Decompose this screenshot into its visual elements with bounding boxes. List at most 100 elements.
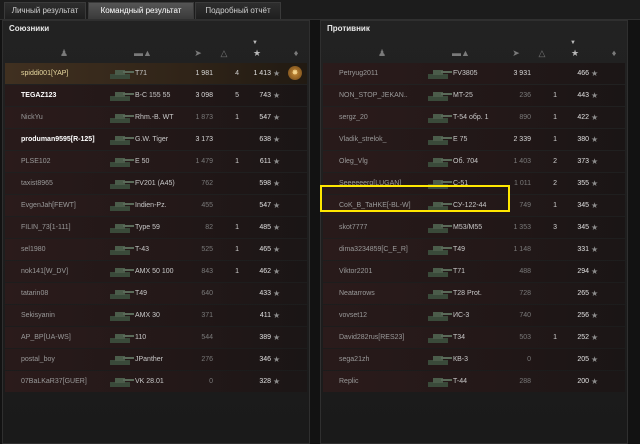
damage-value: 640 (201, 290, 213, 297)
xp-value: 743 (259, 92, 271, 99)
medal-icon: ✸ (288, 66, 302, 80)
xp-star-icon: ★ (591, 69, 599, 78)
tank-icon (425, 350, 453, 368)
xp-star-icon: ★ (273, 289, 281, 298)
damage-value: 1 353 (513, 224, 531, 231)
player-name: postal_boy (21, 356, 55, 363)
player-row[interactable]: sergz_20 T-54 обр. 1 890 1 422 ★ (323, 107, 625, 128)
player-row[interactable]: skot7777 M53/M55 1 353 3 345 ★ (323, 217, 625, 238)
tank-icon (107, 372, 135, 390)
xp-value: 466 (577, 70, 589, 77)
tank-icon (425, 130, 453, 148)
xp-value: 462 (259, 268, 271, 275)
xp-star-icon: ★ (591, 377, 599, 386)
damage-value: 1 873 (195, 114, 213, 121)
player-name: Sekisyanin (21, 312, 55, 319)
player-row[interactable]: David282rus[RES23] T34 503 1 252 ★ (323, 327, 625, 348)
player-row[interactable]: TEGAZ123 В-С 155 55 3 098 5 743 ★ (5, 85, 307, 106)
player-row[interactable]: 07BaLKaR37[GUER] VK 28.01 0 328 ★ (5, 371, 307, 392)
player-name: NickYu (21, 114, 43, 121)
player-row[interactable]: NickYu Rhm.-B. WT 1 873 1 547 ★ (5, 107, 307, 128)
tank-icon (425, 262, 453, 280)
damage-value: 455 (201, 202, 213, 209)
damage-value: 1 479 (195, 158, 213, 165)
tank-icon (425, 240, 453, 258)
player-name: AP_BP[UA-WS] (21, 334, 71, 341)
xp-star-icon: ★ (273, 91, 281, 100)
player-row[interactable]: NON_STOP_JEKAN.. MT-25 236 1 443 ★ (323, 85, 625, 106)
xp-star-icon: ★ (591, 135, 599, 144)
player-row[interactable]: Petryug2011 FV3805 3 931 466 ★ (323, 63, 625, 84)
player-row[interactable]: taxist8965 FV201 (A45) 762 598 ★ (5, 173, 307, 194)
xp-star-icon: ★ (591, 113, 599, 122)
player-row[interactable]: Neatarrows T28 Prot. 728 265 ★ (323, 283, 625, 304)
xp-value: 443 (577, 92, 589, 99)
player-name: Neatarrows (339, 290, 375, 297)
xp-star-icon: ★ (273, 157, 281, 166)
xp-value: 547 (259, 114, 271, 121)
xp-value: 355 (577, 180, 589, 187)
player-row[interactable]: EvgenJah[FEWT] Indien-Pz. 455 547 ★ (5, 195, 307, 216)
player-name: Oleg_Vlg (339, 158, 368, 165)
player-row[interactable]: Sekisyanin AMX 30 371 411 ★ (5, 305, 307, 326)
tab-team-result[interactable]: Командный результат (88, 2, 194, 19)
tab-personal-result[interactable]: Личный результат (4, 2, 86, 19)
xp-value: 411 (259, 312, 271, 319)
tank-icon (425, 218, 453, 236)
tab-detailed-report[interactable]: Подробный отчёт (195, 2, 281, 19)
kills-value: 5 (235, 92, 239, 99)
player-row[interactable]: sel1980 T-43 525 1 465 ★ (5, 239, 307, 260)
player-name: NON_STOP_JEKAN.. (339, 92, 408, 99)
xp-value: 256 (577, 312, 589, 319)
xp-star-icon: ★ (273, 377, 281, 386)
player-row[interactable]: PLSE102 E 50 1 479 1 611 ★ (5, 151, 307, 172)
enemies-list: Petryug2011 FV3805 3 931 466 ★ NON_STOP_JEKAN… (323, 63, 625, 393)
player-name: Petryug2011 (339, 70, 379, 77)
player-name: sergz_20 (339, 114, 368, 121)
kills-value: 1 (235, 158, 239, 165)
tank-icon (107, 86, 135, 104)
tank-icon (107, 64, 135, 82)
player-row[interactable]: tatarin08 T49 640 433 ★ (5, 283, 307, 304)
xp-value: 346 (259, 356, 271, 363)
tank-icon (107, 218, 135, 236)
player-name: taxist8965 (21, 180, 53, 187)
player-row[interactable]: postal_boy JPanther 276 346 ★ (5, 349, 307, 370)
tank-icon (107, 108, 135, 126)
damage-value: 82 (205, 224, 213, 231)
player-name: PLSE102 (21, 158, 51, 165)
player-row[interactable]: Viktor2201 T71 488 294 ★ (323, 261, 625, 282)
damage-value: 2 339 (513, 136, 531, 143)
player-row[interactable]: spiddi001[YAP] T71 1 981 4 1 413 ★ ✸ (5, 63, 307, 84)
tank-icon (425, 372, 453, 390)
enemies-panel: Противник ♟ ▬▲ ➤ △ ▼ ★ ♦ Petryug2011 FV380… (320, 20, 628, 444)
tank-icon (425, 108, 453, 126)
player-row[interactable]: Oleg_Vlg Об. 704 1 403 2 373 ★ (323, 151, 625, 172)
player-row[interactable]: AP_BP[UA-WS] 110 544 389 ★ (5, 327, 307, 348)
xp-star-icon: ★ (591, 179, 599, 188)
player-row[interactable]: Vladik_strelok_ E 75 2 339 1 380 ★ (323, 129, 625, 150)
player-name: Vladik_strelok_ (339, 136, 387, 143)
damage-value: 843 (201, 268, 213, 275)
kills-value: 3 (553, 224, 557, 231)
kills-value: 1 (553, 136, 557, 143)
player-row[interactable]: vovset12 ИС-3 740 256 ★ (323, 305, 625, 326)
player-row[interactable]: produman9595[R-125] G.W. Tiger 3 173 638 ★ (5, 129, 307, 150)
player-row[interactable]: nok141[W_DV] AMX 50 100 843 1 462 ★ (5, 261, 307, 282)
damage-value: 1 148 (513, 246, 531, 253)
xp-star-icon: ★ (591, 289, 599, 298)
xp-star-icon: ★ (591, 91, 599, 100)
player-row[interactable]: FILIN_73[1-111] Type 59 82 1 485 ★ (5, 217, 307, 238)
kills-value: 1 (553, 114, 557, 121)
player-row[interactable]: dima3234859[C_E_R] T49 1 148 331 ★ (323, 239, 625, 260)
xp-value: 485 (259, 224, 271, 231)
kills-value: 1 (235, 224, 239, 231)
player-name: produman9595[R-125] (21, 136, 95, 143)
kills-value: 1 (235, 114, 239, 121)
damage-value: 0 (527, 356, 531, 363)
tank-icon (425, 328, 453, 346)
player-row[interactable]: sega21zh КВ-3 0 205 ★ (323, 349, 625, 370)
player-row[interactable]: Replic T-44 288 200 ★ (323, 371, 625, 392)
tank-icon (107, 328, 135, 346)
xp-star-icon: ★ (591, 201, 599, 210)
